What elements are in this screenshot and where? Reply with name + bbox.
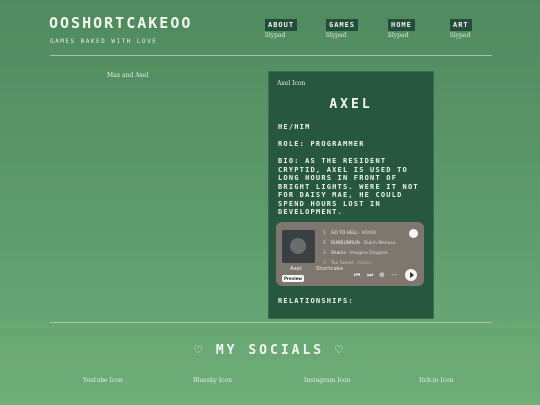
nav-about[interactable]: ABOUT lilypad	[265, 12, 298, 39]
track-number: 2	[323, 241, 326, 246]
nav-home-label[interactable]: HOME	[388, 19, 415, 31]
nav-art-label[interactable]: ART	[450, 19, 472, 31]
relationships-heading: RELATIONSHIPS:	[278, 297, 354, 305]
track-number: 3	[323, 251, 326, 256]
track-artist: Hozier	[357, 261, 372, 266]
more-options-icon[interactable]: ···	[391, 271, 398, 279]
playlist-meta: Axel Shortcake	[290, 266, 343, 272]
previous-icon[interactable]: ⏮	[354, 271, 360, 280]
site-tagline: GAMES BAKED WITH LOVE	[50, 38, 158, 45]
track-row[interactable]: 3 Sharks · Imagine Dragons	[323, 249, 395, 259]
instagram-icon[interactable]: Instagram Icon	[304, 377, 350, 384]
spotify-embed[interactable]: 1 GO TO HELL · KAYAD 2 RUNRUNRUN · Dutch M…	[276, 222, 424, 286]
play-button[interactable]	[405, 269, 417, 281]
youtube-icon[interactable]: Youtube Icon	[83, 377, 123, 384]
track-artist: KAYAD	[361, 231, 377, 236]
track-list[interactable]: 1 GO TO HELL · KAYAD 2 RUNRUNRUN · Dutch M…	[323, 229, 395, 269]
itchio-icon[interactable]: Itch.io Icon	[419, 377, 454, 384]
pronouns: HE/HIM	[278, 123, 311, 131]
max-and-axel-image: Max and Axel	[107, 72, 149, 79]
nav-home[interactable]: HOME lilypad	[388, 12, 415, 39]
nav-games[interactable]: GAMES lilypad	[326, 12, 359, 39]
header-divider	[50, 55, 492, 56]
preview-badge: Preview	[282, 275, 305, 282]
nav-art[interactable]: ART lilypad	[450, 12, 472, 39]
axel-icon-image: Axel Icon	[277, 80, 306, 87]
playlist-name: Shortcake	[315, 266, 344, 272]
lilypad-icon: lilypad	[388, 32, 409, 39]
lilypad-icon: lilypad	[326, 32, 347, 39]
playlist-cover-image	[282, 230, 315, 263]
character-name: AXEL	[329, 97, 373, 112]
bluesky-icon[interactable]: Bluesky Icon	[193, 377, 232, 384]
track-artist: Imagine Dragons	[350, 251, 388, 256]
track-title: Sharks	[331, 251, 346, 256]
track-row[interactable]: 2 RUNRUNRUN · Dutch Melrose	[323, 239, 395, 249]
track-title: GO TO HELL	[331, 231, 358, 236]
lilypad-icon: lilypad	[450, 32, 471, 39]
lilypad-icon: lilypad	[265, 32, 286, 39]
add-icon[interactable]: ⊕	[379, 271, 385, 279]
socials-title: ♡ MY SOCIALS ♡	[194, 343, 346, 358]
bio: BIO: AS THE RESIDENT CRYPTID, AXEL IS US…	[278, 157, 419, 216]
track-row[interactable]: 1 GO TO HELL · KAYAD	[323, 229, 395, 239]
next-icon[interactable]: ⏭	[367, 271, 373, 280]
nav-games-label[interactable]: GAMES	[326, 19, 359, 31]
track-number: 1	[323, 231, 326, 236]
track-artist: Dutch Melrose	[363, 241, 396, 246]
track-title: RUNRUNRUN	[331, 241, 360, 246]
role: ROLE: PROGRAMMER	[278, 140, 365, 148]
site-title[interactable]: OOSHORTCAKEOO	[49, 14, 192, 32]
nav-about-label[interactable]: ABOUT	[265, 19, 298, 31]
content-divider	[50, 322, 492, 323]
playlist-owner: Axel	[290, 266, 302, 272]
spotify-logo-icon[interactable]	[409, 229, 418, 238]
